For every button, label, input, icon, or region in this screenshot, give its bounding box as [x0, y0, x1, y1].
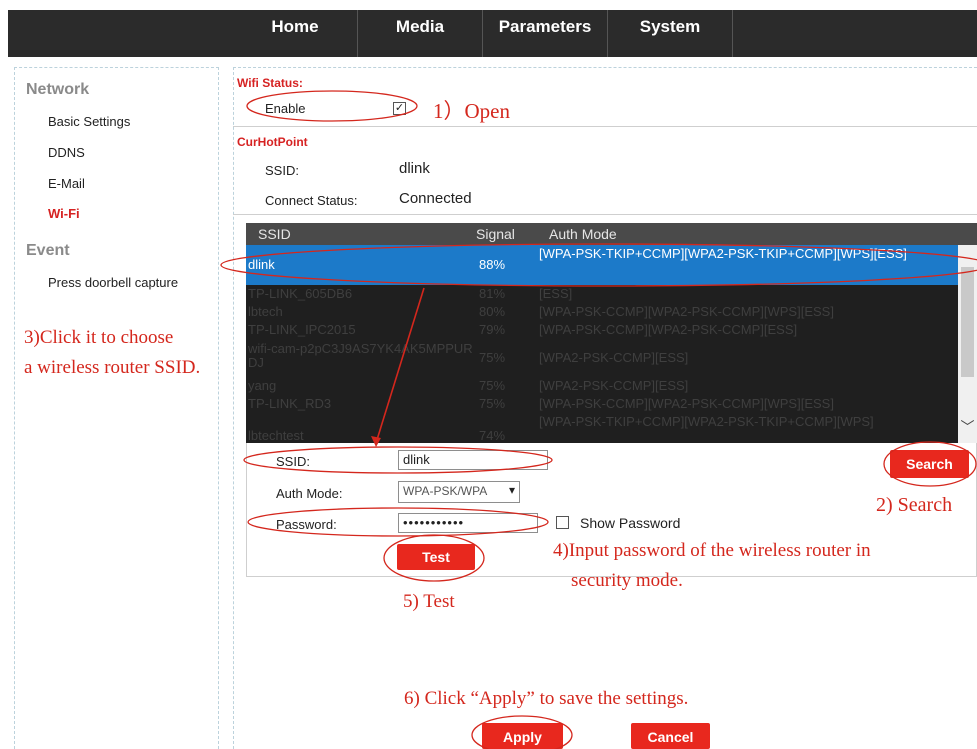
- table-row[interactable]: wifi-cam-p2pC3J9AS7YK4AK5MPPURDJ 75% [WP…: [246, 339, 958, 377]
- cancel-button[interactable]: Cancel: [631, 723, 710, 749]
- divider: [233, 126, 977, 127]
- row-signal: 75%: [479, 396, 506, 411]
- wifi-network-table: SSID Signal Auth Mode dlink 88% [WPA-PSK…: [246, 223, 977, 443]
- row-auth-mode: [WPA-PSK-CCMP][WPA2-PSK-CCMP][WPS][ESS]: [539, 396, 834, 411]
- top-nav-bar: Home Media Parameters System: [8, 10, 977, 57]
- sidebar-section-event: Event: [26, 242, 70, 259]
- current-ssid-label: SSID:: [265, 163, 299, 178]
- row-auth-mode: [ESS]: [539, 286, 573, 301]
- row-signal: 75%: [479, 350, 506, 365]
- annotation-test: 5) Test: [403, 591, 455, 612]
- row-ssid: yang: [248, 378, 277, 393]
- row-signal: 80%: [479, 304, 506, 319]
- nav-media[interactable]: Media: [358, 10, 482, 57]
- table-header: SSID Signal Auth Mode: [246, 223, 977, 245]
- row-signal: 88%: [479, 257, 506, 272]
- nav-parameters[interactable]: Parameters: [483, 10, 607, 57]
- table-row[interactable]: TP-LINK_605DB6 81% [ESS]: [246, 285, 958, 303]
- auth-mode-select[interactable]: WPA-PSK/WPA ▾: [398, 481, 520, 503]
- annotation-password-line1: 4)Input password of the wireless router …: [553, 540, 871, 561]
- row-auth-mode: [WPA2-PSK-CCMP][ESS]: [539, 350, 689, 365]
- table-row[interactable]: dlink 88% [WPA-PSK-TKIP+CCMP][WPA2-PSK-T…: [246, 245, 958, 285]
- search-button[interactable]: Search: [890, 450, 969, 478]
- row-ssid: dlink: [248, 257, 275, 272]
- annotation-password-line2: security mode.: [571, 570, 683, 591]
- connect-status-label: Connect Status:: [265, 193, 358, 208]
- column-header-ssid: SSID: [258, 226, 291, 242]
- password-label: Password:: [276, 517, 337, 532]
- auth-mode-value: WPA-PSK/WPA: [403, 484, 488, 498]
- row-ssid: TP-LINK_IPC2015: [248, 322, 356, 337]
- table-row[interactable]: yang 75% [WPA2-PSK-CCMP][ESS]: [246, 377, 958, 395]
- row-auth-mode: [WPA2-PSK-CCMP][ESS]: [539, 378, 689, 393]
- row-auth-mode: [WPA-PSK-TKIP+CCMP][WPA2-PSK-TKIP+CCMP][…: [539, 414, 874, 429]
- nav-system[interactable]: System: [608, 10, 732, 57]
- row-ssid: TP-LINK_RD3: [248, 396, 332, 411]
- password-input[interactable]: •••••••••••: [398, 513, 538, 533]
- current-ssid-value: dlink: [399, 160, 430, 177]
- sidebar-item-wifi[interactable]: Wi-Fi: [48, 206, 80, 221]
- sidebar-section-network: Network: [26, 81, 90, 98]
- show-password-label: Show Password: [580, 515, 681, 531]
- row-signal: 74%: [479, 428, 506, 443]
- annotation-choose-line2: a wireless router SSID.: [24, 357, 201, 378]
- divider: [233, 214, 977, 215]
- curhotpoint-heading: CurHotPoint: [237, 135, 308, 149]
- scroll-down-icon[interactable]: ﹀: [958, 417, 977, 437]
- wifi-status-heading: Wifi Status:: [237, 76, 303, 90]
- enable-label: Enable: [265, 101, 306, 116]
- row-auth-mode: [WPA-PSK-TKIP+CCMP][WPA2-PSK-TKIP+CCMP][…: [539, 246, 907, 261]
- row-signal: 75%: [479, 378, 506, 393]
- apply-button[interactable]: Apply: [482, 723, 563, 749]
- column-header-auth-mode: Auth Mode: [549, 226, 617, 242]
- test-button[interactable]: Test: [397, 544, 475, 570]
- row-auth-mode: [WPA-PSK-CCMP][WPA2-PSK-CCMP][ESS]: [539, 322, 798, 337]
- row-ssid: TP-LINK_605DB6: [248, 286, 353, 301]
- nav-home[interactable]: Home: [233, 10, 357, 57]
- row-signal: 81%: [479, 286, 506, 301]
- nav-divider: [732, 10, 733, 57]
- sidebar-item-basic-settings[interactable]: Basic Settings: [48, 114, 130, 129]
- connect-status-value: Connected: [399, 190, 472, 207]
- scrollbar-thumb[interactable]: [961, 267, 974, 377]
- row-ssid: lbtech: [248, 304, 283, 319]
- annotation-apply: 6) Click “Apply” to save the settings.: [404, 688, 689, 709]
- table-scrollbar[interactable]: ︿ ﹀: [958, 245, 977, 443]
- enable-checkbox[interactable]: ✓: [393, 102, 406, 115]
- row-ssid: lbtechtest: [248, 428, 304, 443]
- table-row[interactable]: lbtech 80% [WPA-PSK-CCMP][WPA2-PSK-CCMP]…: [246, 303, 958, 321]
- row-auth-mode: [WPA-PSK-CCMP][WPA2-PSK-CCMP][WPS][ESS]: [539, 304, 834, 319]
- chevron-down-icon: ▾: [508, 483, 515, 497]
- row-ssid: wifi-cam-p2pC3J9AS7YK4AK5MPPURDJ: [248, 341, 473, 370]
- table-row[interactable]: TP-LINK_RD3 75% [WPA-PSK-CCMP][WPA2-PSK-…: [246, 395, 958, 413]
- ssid-field-label: SSID:: [276, 454, 310, 469]
- annotation-search: 2) Search: [876, 494, 953, 516]
- table-row[interactable]: lbtechtest 74% [WPA-PSK-TKIP+CCMP][WPA2-…: [246, 413, 958, 443]
- annotation-open: 1）Open: [433, 99, 510, 123]
- table-row[interactable]: TP-LINK_IPC2015 79% [WPA-PSK-CCMP][WPA2-…: [246, 321, 958, 339]
- sidebar-item-email[interactable]: E-Mail: [48, 176, 85, 191]
- row-signal: 79%: [479, 322, 506, 337]
- auth-mode-label: Auth Mode:: [276, 486, 343, 501]
- column-header-signal: Signal: [476, 226, 515, 242]
- annotation-choose-line1: 3)Click it to choose: [24, 327, 174, 348]
- show-password-checkbox[interactable]: [556, 516, 569, 529]
- sidebar-item-ddns[interactable]: DDNS: [48, 145, 85, 160]
- sidebar-item-doorbell-capture[interactable]: Press doorbell capture: [48, 275, 178, 290]
- ssid-input[interactable]: dlink: [398, 450, 548, 470]
- sidebar: [14, 67, 219, 749]
